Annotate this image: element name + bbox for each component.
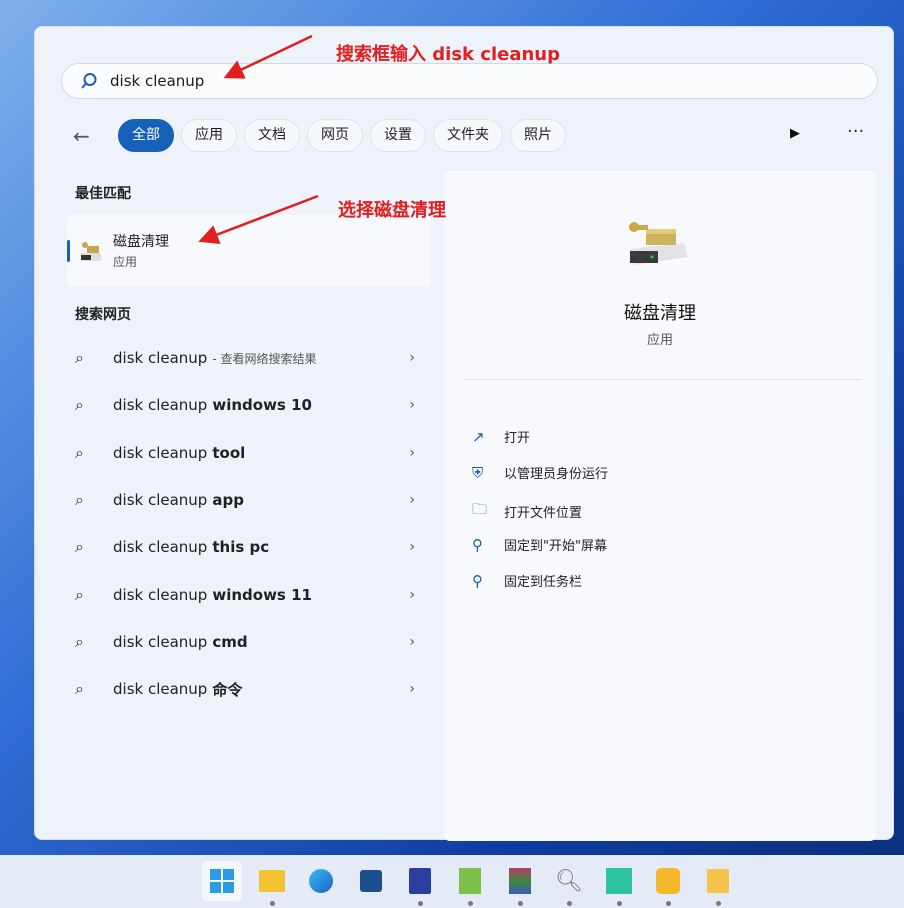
search-icon: ⌕ xyxy=(75,631,84,651)
edge-button[interactable] xyxy=(301,861,341,901)
query-suffix: 命令 xyxy=(212,680,243,699)
app-tiles-button[interactable] xyxy=(599,861,639,906)
query-base: disk cleanup xyxy=(113,632,208,651)
web-search-item[interactable]: ⌕ disk cleanup tool › xyxy=(75,433,415,473)
query-suffix: windows 10 xyxy=(212,396,312,415)
edge-icon xyxy=(309,869,333,893)
app-orange-icon xyxy=(656,868,680,894)
query-base: disk cleanup xyxy=(113,443,208,462)
action-item[interactable]: ⚲ 固定到任务栏 xyxy=(472,571,583,591)
web-search-item[interactable]: ⌕ disk cleanup cmd › xyxy=(75,622,415,662)
folder-icon xyxy=(707,869,729,893)
pin-icon: ⚲ xyxy=(472,535,483,554)
folder-icon xyxy=(259,870,285,892)
query-base: disk cleanup xyxy=(113,349,208,367)
query-note: - 查看网络搜索结果 xyxy=(212,351,317,366)
action-item[interactable]: ⚲ 固定到"开始"屏幕 xyxy=(472,535,607,555)
pin-icon: ⚲ xyxy=(472,571,483,590)
query-suffix: this pc xyxy=(212,538,270,557)
action-item[interactable]: 🗀 打开文件位置 xyxy=(472,499,582,524)
chevron-right-icon[interactable]: › xyxy=(409,587,415,603)
magnifier-icon: 🔍︎ xyxy=(555,868,583,894)
chevron-right-icon[interactable]: › xyxy=(409,492,415,508)
search-icon: ⌕ xyxy=(75,395,84,415)
start-button[interactable] xyxy=(202,861,242,901)
store-icon xyxy=(360,870,382,892)
folder-2-button[interactable] xyxy=(698,861,738,906)
web-search-item[interactable]: ⌕ disk cleanup - 查看网络搜索结果 › xyxy=(75,338,415,378)
web-search-item[interactable]: ⌕ disk cleanup 命令 › xyxy=(75,669,415,709)
action-item[interactable]: ↗ 打开 xyxy=(472,427,531,447)
action-label: 固定到任务栏 xyxy=(504,575,583,590)
chevron-right-icon[interactable]: › xyxy=(409,397,415,413)
notepad-icon xyxy=(459,868,481,894)
query-base: disk cleanup xyxy=(113,680,208,699)
search-icon: ⌕ xyxy=(75,584,84,604)
query-suffix: tool xyxy=(212,443,246,462)
action-label: 固定到"开始"屏幕 xyxy=(504,539,607,554)
chevron-right-icon[interactable]: › xyxy=(409,681,415,697)
action-item[interactable]: ⛨ 以管理员身份运行 xyxy=(472,463,609,483)
web-search-item[interactable]: ⌕ disk cleanup app › xyxy=(75,480,415,520)
web-search-heading: 搜索网页 xyxy=(75,307,131,323)
action-label: 以管理员身份运行 xyxy=(504,467,609,482)
web-search-item[interactable]: ⌕ disk cleanup windows 10 › xyxy=(75,385,415,425)
windows-icon xyxy=(210,869,234,893)
action-label: 打开 xyxy=(504,431,531,446)
arrow-to-best-match xyxy=(198,194,319,244)
store-button[interactable] xyxy=(351,861,391,901)
tiles-icon xyxy=(606,868,632,894)
chevron-right-icon[interactable]: › xyxy=(409,539,415,555)
folder-icon: 🗀 xyxy=(472,500,488,518)
query-suffix: windows 11 xyxy=(212,585,312,604)
query-base: disk cleanup xyxy=(113,585,208,604)
arrow-to-search xyxy=(223,34,313,79)
search-icon: ⌕ xyxy=(75,489,84,509)
chevron-right-icon[interactable]: › xyxy=(409,634,415,650)
archive-icon xyxy=(509,868,531,894)
query-base: disk cleanup xyxy=(113,396,208,415)
chevron-right-icon[interactable]: › xyxy=(409,350,415,366)
web-search-item[interactable]: ⌕ disk cleanup this pc › xyxy=(75,527,415,567)
web-search-item[interactable]: ⌕ disk cleanup windows 11 › xyxy=(75,575,415,615)
notepad-button[interactable] xyxy=(450,861,490,906)
floppy-icon xyxy=(409,868,431,894)
search-tool-button[interactable]: 🔍︎ xyxy=(549,861,589,906)
query-suffix: cmd xyxy=(212,632,248,651)
winrar-button[interactable] xyxy=(500,861,540,906)
search-icon: ⌕ xyxy=(75,679,84,699)
search-icon: ⌕ xyxy=(75,442,84,462)
app-save-button[interactable] xyxy=(400,861,440,906)
query-base: disk cleanup xyxy=(113,538,208,557)
chevron-right-icon[interactable]: › xyxy=(409,445,415,461)
admin-shield-icon: ⛨ xyxy=(472,463,484,482)
taskbar: 🔍︎ xyxy=(0,855,904,908)
file-explorer-button[interactable] xyxy=(252,861,292,906)
action-label: 打开文件位置 xyxy=(504,506,583,521)
app-orange-button[interactable] xyxy=(648,861,688,906)
query-base: disk cleanup xyxy=(113,490,208,509)
detail-subtitle: 应用 xyxy=(646,333,673,348)
query-suffix: app xyxy=(212,490,244,509)
divider xyxy=(464,379,862,380)
detail-title: 磁盘清理 xyxy=(624,303,696,324)
search-icon: ⌕ xyxy=(75,537,84,557)
search-icon: ⌕ xyxy=(75,348,84,367)
open-icon: ↗ xyxy=(472,427,485,446)
annotation-arrows xyxy=(198,34,319,244)
